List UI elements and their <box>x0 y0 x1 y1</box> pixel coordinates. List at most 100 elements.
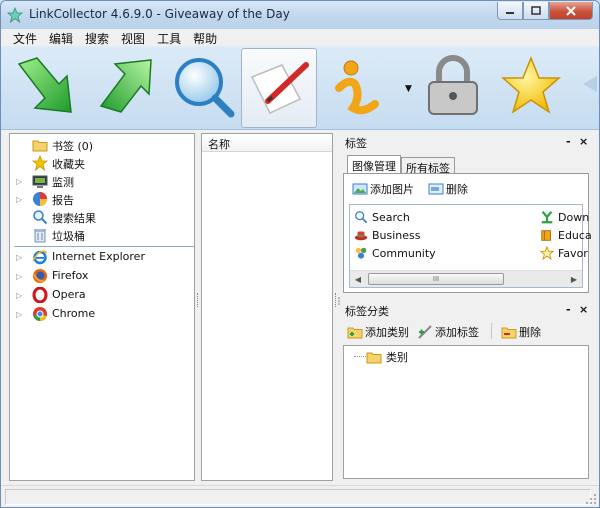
tree-item-trash[interactable]: 垃圾桶 <box>10 226 194 244</box>
tree-label-monitor: 监测 <box>52 176 74 189</box>
category-root-label: 类别 <box>386 351 408 364</box>
more-toolbar-button[interactable] <box>571 48 599 128</box>
minimize-icon <box>506 11 514 14</box>
info-button[interactable] <box>319 48 395 128</box>
tab-image-manage[interactable]: 图像管理 <box>347 155 401 175</box>
tree-item-favorites[interactable]: 收藏夹 <box>10 154 194 172</box>
scroll-thumb[interactable]: III <box>368 273 504 285</box>
close-button[interactable] <box>549 2 593 20</box>
tag-item-favorites-label: Favor <box>558 246 588 260</box>
add-tag-icon <box>418 325 432 339</box>
tag-item-business[interactable]: Business <box>354 226 421 244</box>
add-category-icon <box>347 327 363 339</box>
favorite-button[interactable] <box>493 48 569 128</box>
expand-arrow-icon[interactable]: ▷ <box>16 291 24 300</box>
tree-item-reports[interactable]: ▷ 报告 <box>10 190 194 208</box>
tree-label-reports: 报告 <box>52 194 74 207</box>
tree-item-firefox[interactable]: ▷ Firefox <box>10 267 194 285</box>
minimize-button[interactable] <box>497 2 523 20</box>
menu-bar: 文件 编辑 搜索 视图 工具 帮助 <box>1 29 599 46</box>
status-panel <box>5 489 591 505</box>
splitter-grip <box>197 293 199 307</box>
middle-splitter[interactable] <box>333 133 339 481</box>
menu-help[interactable]: 帮助 <box>187 29 223 46</box>
resize-grip-icon[interactable] <box>585 493 597 505</box>
tree-connector <box>354 356 366 357</box>
expand-arrow-icon[interactable]: ▷ <box>16 253 24 262</box>
expand-arrow-icon[interactable]: ▷ <box>16 177 24 186</box>
scroll-right-icon[interactable]: ▶ <box>566 271 582 287</box>
delete-image-button[interactable]: 删除 <box>428 180 468 198</box>
title-bar[interactable]: LinkCollector 4.6.9.0 - Giveaway of the … <box>1 1 599 29</box>
export-button[interactable] <box>87 48 163 128</box>
tag-item-education-label: Educa <box>558 228 592 242</box>
expand-arrow-icon[interactable]: ▷ <box>16 195 24 204</box>
app-window: LinkCollector 4.6.9.0 - Giveaway of the … <box>0 0 600 508</box>
tag-image-list: Search Business Community Down Educa Fav… <box>349 204 592 288</box>
lock-button[interactable] <box>415 48 491 128</box>
monitor-icon <box>32 175 48 188</box>
menu-tools[interactable]: 工具 <box>151 29 187 46</box>
edit-button[interactable] <box>241 48 317 128</box>
delete-category-button[interactable]: 删除 <box>501 323 541 341</box>
tag-list-hscrollbar[interactable]: ◀ III ▶ <box>350 270 582 287</box>
add-tag-button[interactable]: 添加标签 <box>417 323 479 341</box>
tag-item-search-label: Search <box>372 210 410 224</box>
maximize-button[interactable] <box>523 2 549 20</box>
add-image-icon <box>352 183 368 195</box>
add-image-label: 添加图片 <box>370 183 414 196</box>
tree-item-search-results[interactable]: 搜索结果 <box>10 208 194 226</box>
tree-label-opera: Opera <box>52 288 86 301</box>
tags-pane-close-button[interactable]: × <box>579 135 588 148</box>
folder-icon <box>32 140 48 152</box>
tags-tab-content: 添加图片 删除 Search Business Community Down E… <box>343 173 592 293</box>
tag-item-download[interactable]: Down <box>540 208 589 226</box>
app-star-icon <box>7 7 23 23</box>
maximize-icon <box>531 5 541 15</box>
menu-search[interactable]: 搜索 <box>79 29 115 46</box>
pie-chart-icon <box>33 192 47 206</box>
add-category-button[interactable]: 添加类别 <box>347 323 409 341</box>
tag-item-business-label: Business <box>372 228 421 242</box>
categories-pane-minimize-button[interactable]: - <box>566 303 571 316</box>
menu-edit[interactable]: 编辑 <box>43 29 79 46</box>
add-category-label: 添加类别 <box>365 326 409 339</box>
import-button[interactable] <box>9 48 85 128</box>
toolbar: ▼ <box>1 46 599 130</box>
tag-item-education[interactable]: Educa <box>540 226 592 244</box>
tab-image-manage-label: 图像管理 <box>352 160 396 173</box>
partial-arrow-icon <box>583 76 597 92</box>
scroll-left-icon[interactable]: ◀ <box>350 271 366 287</box>
business-hat-icon <box>354 231 368 241</box>
tree-item-internet-explorer[interactable]: ▷ Internet Explorer <box>10 248 194 266</box>
window-controls <box>497 2 593 20</box>
category-root-item[interactable]: 类别 <box>366 348 408 366</box>
search-button[interactable] <box>165 48 241 128</box>
info-dropdown-arrow[interactable]: ▼ <box>405 84 412 94</box>
tag-item-community[interactable]: Community <box>354 244 436 262</box>
firefox-icon <box>33 269 47 283</box>
tag-item-download-label: Down <box>558 210 590 224</box>
close-icon <box>566 5 576 16</box>
tree-item-opera[interactable]: ▷ Opera <box>10 286 194 304</box>
tree-item-monitor[interactable]: ▷ 监测 <box>10 172 194 190</box>
add-image-button[interactable]: 添加图片 <box>352 180 414 198</box>
expand-arrow-icon[interactable]: ▷ <box>16 272 24 281</box>
tag-item-search[interactable]: Search <box>354 208 410 226</box>
tree-item-chrome[interactable]: ▷ Chrome <box>10 305 194 323</box>
tags-pane-minimize-button[interactable]: - <box>566 135 571 148</box>
menu-file[interactable]: 文件 <box>7 29 43 46</box>
tree-item-bookmarks[interactable]: 书签 (0) <box>10 136 194 154</box>
tree-separator <box>14 246 194 247</box>
tree-label-firefox: Firefox <box>52 269 89 282</box>
categories-pane-close-button[interactable]: × <box>579 303 588 316</box>
search-icon <box>355 211 368 224</box>
column-header-name[interactable]: 名称 <box>202 134 332 152</box>
tree-label-internet-explorer: Internet Explorer <box>52 250 145 263</box>
chrome-icon <box>33 307 47 321</box>
menu-view[interactable]: 视图 <box>115 29 151 46</box>
star-icon <box>501 55 561 114</box>
expand-arrow-icon[interactable]: ▷ <box>16 310 24 319</box>
folder-icon <box>366 352 382 364</box>
tag-item-favorites[interactable]: Favor <box>540 244 588 262</box>
